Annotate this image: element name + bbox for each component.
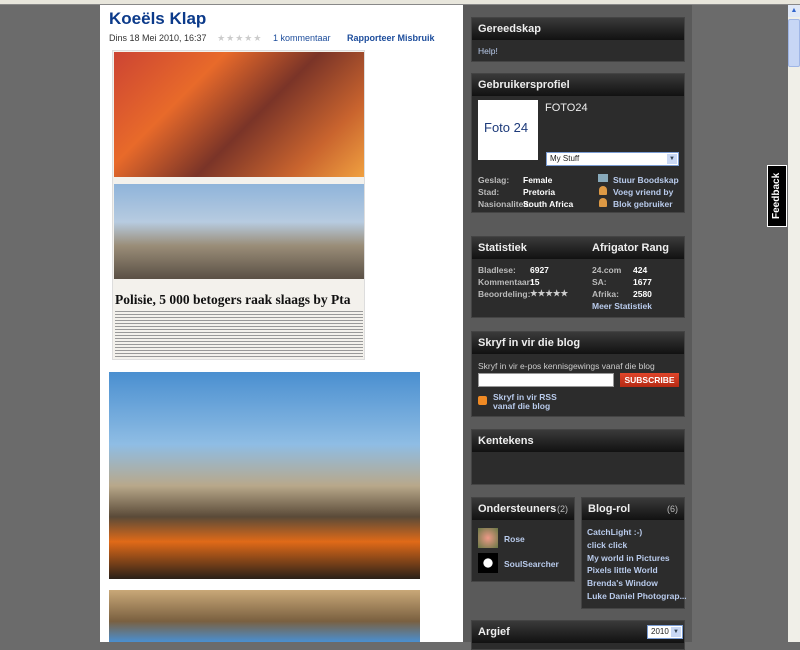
- blogroll-item[interactable]: CatchLight :-): [587, 527, 642, 537]
- report-abuse-link[interactable]: Rapporteer Misbruik: [347, 33, 435, 43]
- subscribe-description: Skryf in vir e-pos kennisgewings vanaf d…: [478, 361, 655, 371]
- rss-icon: [478, 396, 487, 405]
- profile-panel: Gebruikersprofiel Foto 24 FOTO24 My Stuf…: [471, 73, 685, 213]
- comments-link[interactable]: 1 kommentaar: [273, 33, 331, 43]
- left-margin: [0, 5, 100, 642]
- rose-avatar[interactable]: [478, 528, 498, 548]
- badges-header: Kentekens: [472, 430, 684, 452]
- rank-sa-value: 1677: [633, 277, 652, 287]
- rating-label: Beoordeling:: [478, 289, 531, 299]
- gender-value: Female: [523, 175, 553, 185]
- add-friend-link[interactable]: Voeg vriend by: [613, 187, 673, 197]
- chevron-down-icon: ▼: [667, 154, 677, 164]
- soulsearcher-avatar[interactable]: [478, 553, 498, 573]
- blogroll-panel: Blog-rol (6) CatchLight :-) click click M…: [581, 497, 687, 609]
- newspaper-headline: Polisie, 5 000 betogers raak slaags by P…: [115, 292, 351, 307]
- profile-avatar[interactable]: Foto 24: [478, 100, 538, 160]
- rating-stars-value: ★★★★★: [530, 288, 569, 298]
- archive-year-value: 2010: [651, 627, 669, 636]
- right-margin: [692, 5, 788, 642]
- rss-link[interactable]: Skryf in vir RSS vanaf die blog: [493, 393, 557, 411]
- photo-burning-shack[interactable]: [109, 372, 420, 579]
- photo-third[interactable]: [109, 590, 420, 642]
- comments-value: 15: [530, 277, 540, 287]
- stats-panel: Statistiek Afrigator Rang Bladlese: 6927 …: [471, 236, 685, 318]
- rank-24com-value: 424: [633, 265, 648, 275]
- views-label: Bladlese:: [478, 265, 516, 275]
- afrigator-rank-title: Afrigator Rang: [592, 242, 669, 254]
- foto24-logo: Foto 24: [484, 120, 529, 135]
- block-user-icon: [599, 198, 607, 207]
- rss-link-line2: vanaf die blog: [493, 401, 551, 411]
- supporters-panel: Ondersteuners (2) Rose SoulSearcher: [471, 497, 575, 582]
- scroll-up-icon[interactable]: ▲: [788, 5, 800, 17]
- archive-panel: Argief 2010 ▼: [471, 620, 685, 650]
- post-title: Koeëls Klap: [109, 9, 207, 28]
- help-link[interactable]: Help!: [478, 46, 498, 56]
- rank-sa-label: SA:: [592, 277, 607, 287]
- supporters-header: Ondersteuners (2): [472, 498, 574, 520]
- add-friend-icon: [599, 186, 607, 195]
- sidebar: Gereedskap Help! Gebruikersprofiel Foto …: [463, 5, 692, 650]
- newspaper-clipping-image[interactable]: Polisie, 5 000 betogers raak slaags by P…: [112, 50, 365, 360]
- supporter-soulsearcher-link[interactable]: SoulSearcher: [504, 559, 559, 569]
- supporters-count: (2): [557, 504, 568, 514]
- post-meta: Dins 18 Mei 2010, 16:37 ★★★★★ 1 kommenta…: [109, 33, 443, 44]
- chevron-down-icon: ▼: [671, 627, 681, 637]
- subscribe-panel: Skryf in vir die blog Skryf in vir e-pos…: [471, 331, 685, 417]
- rank-24com-label: 24.com: [592, 265, 622, 275]
- blogroll-item[interactable]: Pixels little World: [587, 565, 658, 575]
- rank-africa-label: Afrika:: [592, 289, 619, 299]
- profile-header: Gebruikersprofiel: [472, 74, 684, 96]
- vertical-scrollbar[interactable]: ▲: [788, 5, 800, 642]
- tools-header: Gereedskap: [472, 18, 684, 40]
- email-input[interactable]: [478, 373, 614, 387]
- city-value: Pretoria: [523, 187, 556, 197]
- blogroll-header: Blog-rol (6): [582, 498, 684, 520]
- subscribe-button[interactable]: SUBSCRIBE: [620, 373, 679, 387]
- nationality-value: South Africa: [523, 199, 574, 209]
- subscribe-header: Skryf in vir die blog: [472, 332, 684, 354]
- blogroll-title: Blog-rol: [588, 503, 631, 515]
- archive-year-dropdown[interactable]: 2010 ▼: [647, 625, 683, 639]
- newspaper-photo-woman-gun: [114, 52, 364, 177]
- send-message-link[interactable]: Stuur Boodskap: [613, 175, 679, 185]
- profile-name: FOTO24: [545, 102, 588, 114]
- post-date: Dins 18 Mei 2010, 16:37: [109, 33, 207, 43]
- gender-label: Geslag:: [478, 175, 510, 185]
- blogroll-item[interactable]: click click: [587, 540, 627, 550]
- blogroll-item[interactable]: My world in Pictures: [587, 553, 670, 563]
- comments-label: Kommentaar:: [478, 277, 533, 287]
- more-stats-link[interactable]: Meer Statistiek: [592, 301, 652, 311]
- supporter-rose-link[interactable]: Rose: [504, 534, 525, 544]
- blogroll-count: (6): [667, 504, 678, 514]
- views-value: 6927: [530, 265, 549, 275]
- blog-post: Koeëls Klap Dins 18 Mei 2010, 16:37 ★★★★…: [100, 5, 463, 642]
- newspaper-photo-police: [114, 184, 364, 279]
- blogroll-item[interactable]: Brenda's Window: [587, 578, 658, 588]
- tools-panel: Gereedskap Help!: [471, 17, 685, 62]
- city-label: Stad:: [478, 187, 500, 197]
- scrollbar-thumb[interactable]: [788, 19, 800, 67]
- blogroll-item[interactable]: Luke Daniel Photograp...: [587, 591, 687, 601]
- stats-title: Statistiek: [478, 242, 527, 254]
- my-stuff-dropdown[interactable]: My Stuff ▼: [546, 152, 679, 166]
- rating-stars[interactable]: ★★★★★: [217, 33, 262, 43]
- envelope-icon: [598, 174, 608, 182]
- block-user-link[interactable]: Blok gebruiker: [613, 199, 673, 209]
- dropdown-value: My Stuff: [550, 154, 580, 163]
- newspaper-columns: [115, 311, 363, 357]
- feedback-tab[interactable]: Feedback: [767, 165, 787, 227]
- rank-africa-value: 2580: [633, 289, 652, 299]
- supporters-title: Ondersteuners: [478, 503, 557, 515]
- badges-panel: Kentekens: [471, 429, 685, 485]
- stats-header: Statistiek Afrigator Rang: [472, 237, 684, 259]
